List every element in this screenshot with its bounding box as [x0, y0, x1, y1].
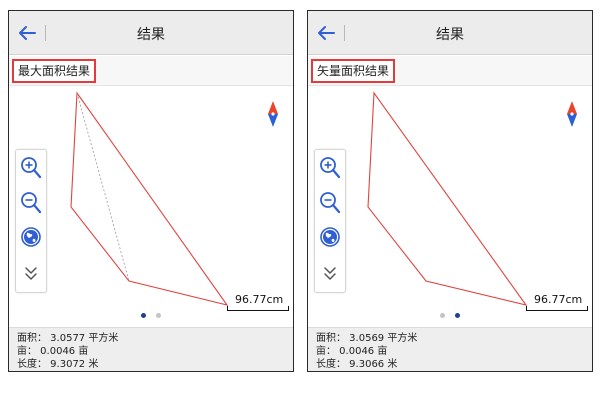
diagonal-guide-line — [76, 92, 130, 282]
app-header: 结果 — [308, 11, 592, 55]
map-canvas[interactable]: 96.77cm — [308, 87, 592, 327]
vector-area-polygon — [367, 91, 528, 306]
zoom-out-icon[interactable] — [18, 188, 44, 218]
page-dot-2[interactable] — [156, 313, 161, 318]
length-value: 长度： 9.3072 米 — [17, 359, 99, 370]
max-area-polygon — [70, 91, 229, 306]
globe-icon[interactable] — [317, 223, 343, 253]
zoom-in-icon[interactable] — [18, 153, 44, 183]
page-dot-1[interactable] — [141, 313, 146, 318]
page-indicator — [308, 313, 592, 323]
result-stats: 面积： 3.0577 平方米 亩： 0.0046 亩 长度： 9.3072 米 — [9, 327, 293, 371]
page-title: 结果 — [436, 27, 464, 43]
zoom-in-icon[interactable] — [317, 153, 343, 183]
map-toolbar — [15, 149, 47, 293]
phone-screen-vector-area: 结果 矢量面积结果 96.77cm 面积： 3.0569 平方米 亩： 0.00… — [307, 10, 593, 372]
scale-label: 96.77cm — [235, 293, 284, 306]
mu-value: 亩： 0.0046 亩 — [316, 346, 388, 357]
scale-bar — [526, 306, 588, 311]
subtitle-bar: 最大面积结果 — [9, 56, 293, 86]
length-value: 长度： 9.3066 米 — [316, 359, 398, 370]
globe-icon[interactable] — [18, 223, 44, 253]
phone-screen-max-area: 结果 最大面积结果 96.77cm 面积： 3.0577 平方米 亩： 0.00… — [8, 10, 294, 372]
scale-bar — [227, 306, 289, 311]
measured-polygon — [367, 91, 528, 306]
page-dot-2[interactable] — [455, 313, 460, 318]
double-chevron-down-icon[interactable] — [317, 258, 343, 288]
map-toolbar — [314, 149, 346, 293]
result-stats: 面积： 3.0569 平方米 亩： 0.0046 亩 长度： 9.3066 米 — [308, 327, 592, 371]
measured-polygon — [70, 91, 229, 306]
scale-label: 96.77cm — [534, 293, 583, 306]
area-value: 面积： 3.0577 平方米 — [17, 333, 119, 344]
map-canvas[interactable]: 96.77cm — [9, 87, 293, 327]
page-indicator — [9, 313, 293, 323]
result-type-label: 矢量面积结果 — [311, 59, 396, 83]
app-header: 结果 — [9, 11, 293, 55]
page-title: 结果 — [137, 27, 165, 43]
page-dot-1[interactable] — [440, 313, 445, 318]
zoom-out-icon[interactable] — [317, 188, 343, 218]
subtitle-bar: 矢量面积结果 — [308, 56, 592, 86]
result-type-label: 最大面积结果 — [12, 59, 97, 83]
area-value: 面积： 3.0569 平方米 — [316, 333, 418, 344]
double-chevron-down-icon[interactable] — [18, 258, 44, 288]
mu-value: 亩： 0.0046 亩 — [17, 346, 89, 357]
compass-icon[interactable] — [566, 101, 578, 127]
compass-icon[interactable] — [267, 101, 279, 127]
